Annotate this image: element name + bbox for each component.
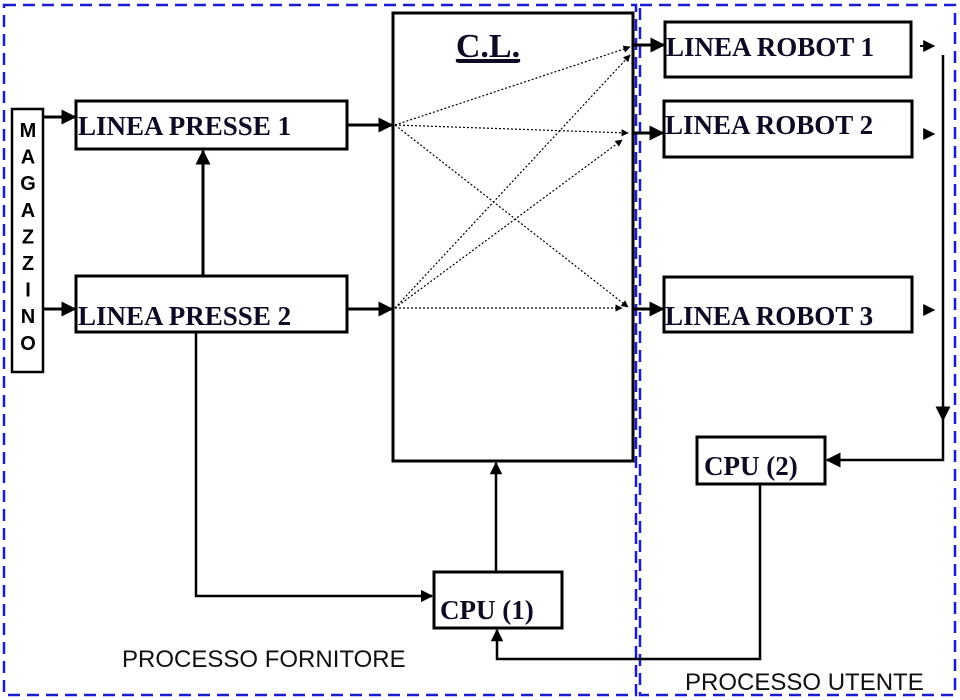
magazzino-letter: M <box>20 120 37 142</box>
node-robot2[interactable]: LINEA ROBOT 2 <box>662 99 914 159</box>
node-cl[interactable]: C.L. <box>391 11 635 463</box>
region-utente-label: PROCESSO UTENTE <box>685 669 924 696</box>
magazzino-letter: A <box>21 200 35 222</box>
robot1-label: LINEA ROBOT 1 <box>666 32 874 62</box>
magazzino-letter: I <box>25 280 31 302</box>
node-presse2[interactable]: LINEA PRESSE 2 <box>74 274 349 334</box>
magazzino-letter: G <box>20 173 36 195</box>
robot3-label: LINEA ROBOT 3 <box>665 301 873 331</box>
magazzino-label: MAGAZZINO <box>20 120 37 355</box>
presse1-label: LINEA PRESSE 1 <box>78 111 291 141</box>
magazzino-letter: N <box>21 306 35 328</box>
node-robot3[interactable]: LINEA ROBOT 3 <box>662 275 914 334</box>
cl-label: C.L. <box>456 28 520 65</box>
magazzino-letter: Z <box>22 253 34 275</box>
magazzino-letter: A <box>21 147 35 169</box>
node-magazzino[interactable]: MAGAZZINO <box>10 107 45 374</box>
arrow-collector-cpu2 <box>825 420 945 468</box>
presse2-label: LINEA PRESSE 2 <box>78 301 291 331</box>
region-fornitore-label: PROCESSO FORNITORE <box>122 646 406 673</box>
robot2-label: LINEA ROBOT 2 <box>665 110 873 140</box>
node-robot1[interactable]: LINEA ROBOT 1 <box>663 20 913 79</box>
magazzino-letter: Z <box>22 226 34 248</box>
node-presse1[interactable]: LINEA PRESSE 1 <box>74 99 349 151</box>
cpu1-label: CPU (1) <box>440 595 534 625</box>
magazzino-letter: O <box>20 333 36 355</box>
node-cpu1[interactable]: CPU (1) <box>432 570 564 630</box>
node-cpu2[interactable]: CPU (2) <box>695 435 827 486</box>
process-diagram: C.L. MAGAZZINO LINEA PRESSE 1 LINEA PRES… <box>2 3 957 697</box>
cpu2-label: CPU (2) <box>704 451 798 481</box>
